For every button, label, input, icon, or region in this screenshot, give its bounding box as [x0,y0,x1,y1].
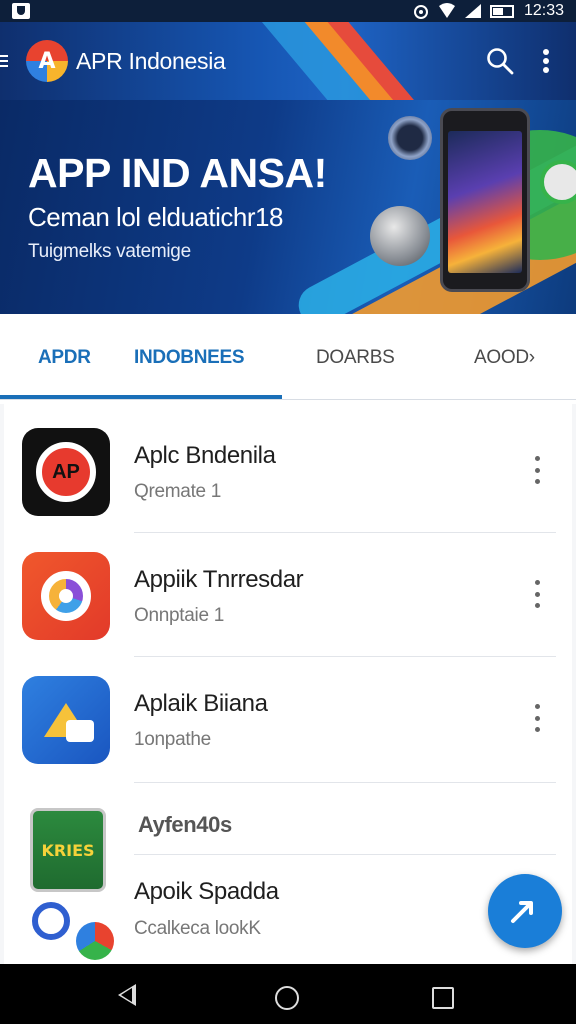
status-time: 12:33 [523,2,564,19]
item-subtitle: Ccalkeca lookK [134,918,261,939]
shield-icon [12,3,30,19]
banner-tagline: Tuigmelks vatemige [28,241,191,262]
divider [134,782,556,783]
home-icon[interactable] [275,986,299,1010]
tab-apdr[interactable]: APDR [38,347,91,369]
list-item[interactable]: Aplaik Biiana 1onpathe [4,652,572,776]
item-title: Apoik Spadda [134,878,279,905]
item-more-icon[interactable] [530,456,544,484]
item-subtitle: Onnptaie 1 [134,605,224,626]
tab-doarbs[interactable]: DOARBS [316,347,395,369]
share-fab-button[interactable] [488,874,562,948]
silver-knob-icon [370,206,430,266]
wifi-icon [438,3,455,18]
speaker-knob-icon [388,116,432,160]
item-subtitle: Qremate 1 [134,481,222,502]
system-nav-bar [0,964,576,1024]
overflow-menu-icon[interactable] [542,48,550,74]
app-title: APR Indonesia [76,47,226,74]
battery-icon [489,5,514,18]
item-subtitle: 1onpathe [134,729,211,750]
colorful-app-icon [76,922,114,960]
banner-subtitle: Ceman lol elduatichr18 [28,202,283,232]
app-list: AP Aplc Bndenila Qremate 1 Appiik Tnrres… [0,404,576,964]
back-icon[interactable] [118,984,136,1006]
tab-aood[interactable]: AOOD› [474,347,535,369]
smartphone-illustration [440,108,530,292]
item-more-icon[interactable] [530,704,544,732]
list-item[interactable]: AP Aplc Bndenila Qremate 1 [4,404,572,528]
green-app-bubble-icon [540,160,576,204]
promo-banner[interactable]: APP IND ANSA! Ceman lol elduatichr18 Tui… [0,100,576,314]
item-more-icon[interactable] [530,580,544,608]
signal-icon [464,4,481,18]
item-title: Aplc Bndenila [134,442,276,469]
section-label: Ayfen40s [138,812,232,837]
search-icon[interactable] [486,47,514,75]
tab-indicator [0,395,282,399]
c-logo-icon [32,902,70,940]
menu-icon[interactable] [0,54,14,68]
banner-title: APP IND ANSA! [28,150,327,196]
tab-bar: APDR INDOBNEES DOARBS AOOD› [0,314,576,400]
share-arrow-icon [511,901,533,923]
ap-app-icon: AP [22,428,110,516]
recent-apps-icon[interactable] [432,987,454,1009]
app-logo: A [26,40,68,82]
alarm-icon [413,5,428,19]
orange-ring-app-icon [22,552,110,640]
item-title: Aplaik Biiana [134,690,268,717]
item-title: Appiik Tnrresdar [134,566,304,593]
app-bar: A APR Indonesia [0,22,576,100]
blue-shape-app-icon [22,676,110,764]
tab-indonesia[interactable]: INDOBNEES [134,347,245,369]
list-item[interactable]: Appiik Tnrresdar Onnptaie 1 [4,528,572,652]
status-bar: 12:33 [0,0,576,22]
